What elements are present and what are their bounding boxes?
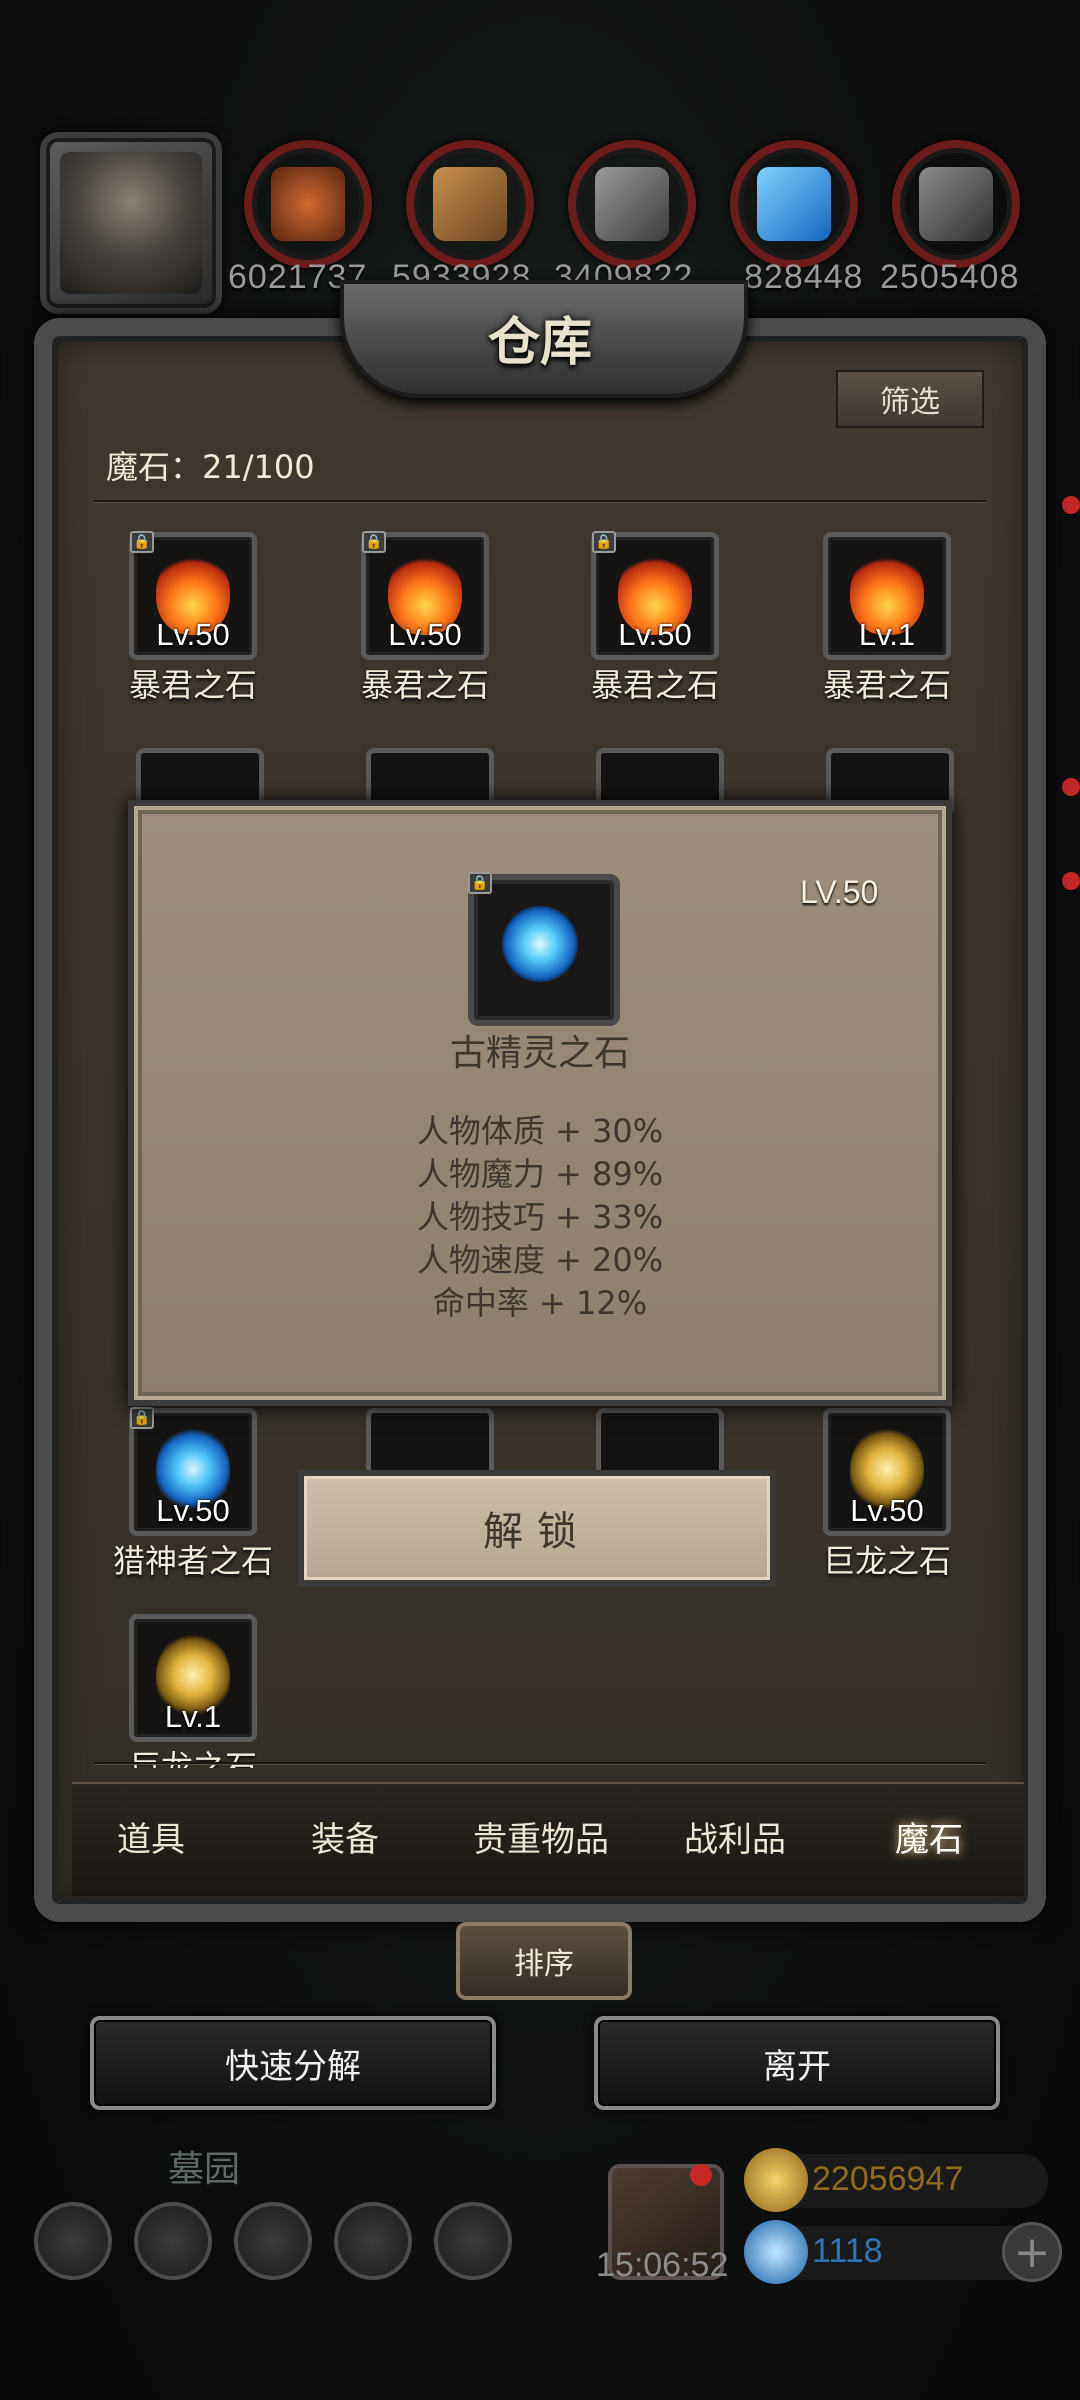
timer: 15:06:52	[596, 2246, 729, 2284]
item-level: Lv.1	[164, 1699, 222, 1734]
tooltip-stat: 人物魔力 + 89%	[416, 1155, 664, 1193]
list-item[interactable]: Lv.1 巨龙之石	[78, 1614, 308, 1768]
mail-icon[interactable]	[334, 2202, 412, 2280]
zone-label: 墓园	[168, 2149, 241, 2190]
map-icon[interactable]	[434, 2202, 512, 2280]
item-level: Lv.50	[850, 1493, 924, 1528]
list-item[interactable]: 🔒 Lv.50 暴君之石	[310, 531, 540, 706]
item-level: Lv.50	[618, 617, 692, 652]
tab-valuables[interactable]: 贵重物品	[446, 1812, 636, 1861]
shop-icon[interactable]	[234, 2202, 312, 2280]
item-name: 暴君之石	[360, 666, 489, 704]
tab-items[interactable]: 道具	[56, 1812, 246, 1861]
tooltip-level: LV.50	[800, 874, 879, 910]
list-item[interactable]: Lv.50 巨龙之石	[772, 1408, 1002, 1582]
hero-portrait[interactable]	[40, 132, 222, 314]
notification-dot	[690, 2164, 712, 2186]
divider	[94, 1762, 986, 1764]
meat-icon[interactable]	[244, 140, 372, 268]
item-slot: Lv.50	[823, 1408, 951, 1536]
panel-title: 仓库	[487, 312, 592, 373]
achievement-icon[interactable]	[134, 2202, 212, 2280]
gem-amount: 1118	[812, 2232, 883, 2270]
divider	[94, 500, 986, 502]
tab-loot[interactable]: 战利品	[640, 1812, 830, 1861]
list-item[interactable]: 🔒 Lv.50 暴君之石	[78, 531, 308, 706]
item-name: 巨龙之石	[822, 1542, 951, 1580]
lock-icon: 🔒	[130, 531, 154, 553]
tooltip-stat: 人物体质 + 30%	[416, 1112, 664, 1150]
settings-icon[interactable]	[34, 2202, 112, 2280]
notification-dot	[1062, 496, 1080, 514]
lock-icon: 🔒	[362, 531, 386, 553]
item-name: 巨龙之石	[128, 1748, 257, 1768]
gold-amount: 22056947	[812, 2160, 964, 2198]
wood-icon[interactable]	[406, 140, 534, 268]
item-name: 暴君之石	[590, 666, 719, 704]
tab-equipment[interactable]: 装备	[250, 1812, 440, 1861]
tooltip-item-name: 古精灵之石	[449, 1033, 630, 1074]
item-level: Lv.50	[388, 617, 462, 652]
crystal-icon[interactable]	[730, 140, 858, 268]
iron-icon[interactable]	[568, 140, 696, 268]
stone-icon[interactable]	[892, 140, 1020, 268]
ancient-elf-stone-icon	[502, 906, 578, 982]
crystal-count: 828448	[744, 258, 864, 296]
leave-button[interactable]: 离开	[594, 2016, 1000, 2110]
item-name: 暴君之石	[822, 666, 951, 704]
item-level: Lv.50	[156, 1493, 230, 1528]
item-name: 暴君之石	[128, 666, 257, 704]
notification-dot	[1062, 778, 1080, 796]
lock-icon: 🔒	[130, 1407, 154, 1429]
item-name: 猎神者之石	[112, 1542, 273, 1580]
tooltip-stat: 人物技巧 + 33%	[416, 1198, 664, 1236]
filter-button[interactable]: 筛选	[836, 370, 984, 428]
stone-count: 2505408	[880, 258, 1020, 296]
item-slot: Lv.1	[129, 1614, 257, 1742]
add-currency-button[interactable]: +	[1002, 2222, 1062, 2282]
gold-coin-icon	[744, 2148, 808, 2212]
item-slot: 🔒 Lv.50	[129, 531, 257, 660]
item-slot: Lv.1	[823, 532, 951, 660]
lock-icon: 🔒	[592, 531, 616, 553]
item-slot: 🔒 Lv.50	[129, 1407, 257, 1536]
list-item[interactable]: 🔒 Lv.50 暴君之石	[540, 531, 770, 706]
diamond-icon	[744, 2220, 808, 2284]
list-item[interactable]: 🔒 Lv.50 猎神者之石	[78, 1407, 308, 1582]
tooltip-stat: 人物速度 + 20%	[416, 1241, 664, 1279]
item-slot[interactable]	[366, 1408, 494, 1473]
item-level: Lv.50	[156, 617, 230, 652]
sort-button[interactable]: 排序	[456, 1922, 632, 2000]
notification-dot	[1062, 872, 1080, 890]
quick-decompose-button[interactable]: 快速分解	[90, 2016, 496, 2110]
hero-face-image	[60, 152, 202, 294]
item-slot: 🔒 Lv.50	[361, 531, 489, 660]
tab-magic-stones[interactable]: 魔石	[834, 1812, 1024, 1861]
capacity-label: 魔石：21/100	[106, 448, 315, 486]
unlock-button[interactable]: 解锁	[298, 1470, 776, 1586]
list-item[interactable]: Lv.1 暴君之石	[772, 532, 1002, 706]
item-level: Lv.1	[858, 617, 916, 652]
tooltip-item-slot: 🔒	[468, 872, 620, 1026]
lock-icon: 🔒	[468, 872, 492, 894]
item-slot[interactable]	[596, 1408, 724, 1473]
tooltip-stat: 命中率 + 12%	[432, 1284, 648, 1322]
item-slot: 🔒 Lv.50	[591, 531, 719, 660]
